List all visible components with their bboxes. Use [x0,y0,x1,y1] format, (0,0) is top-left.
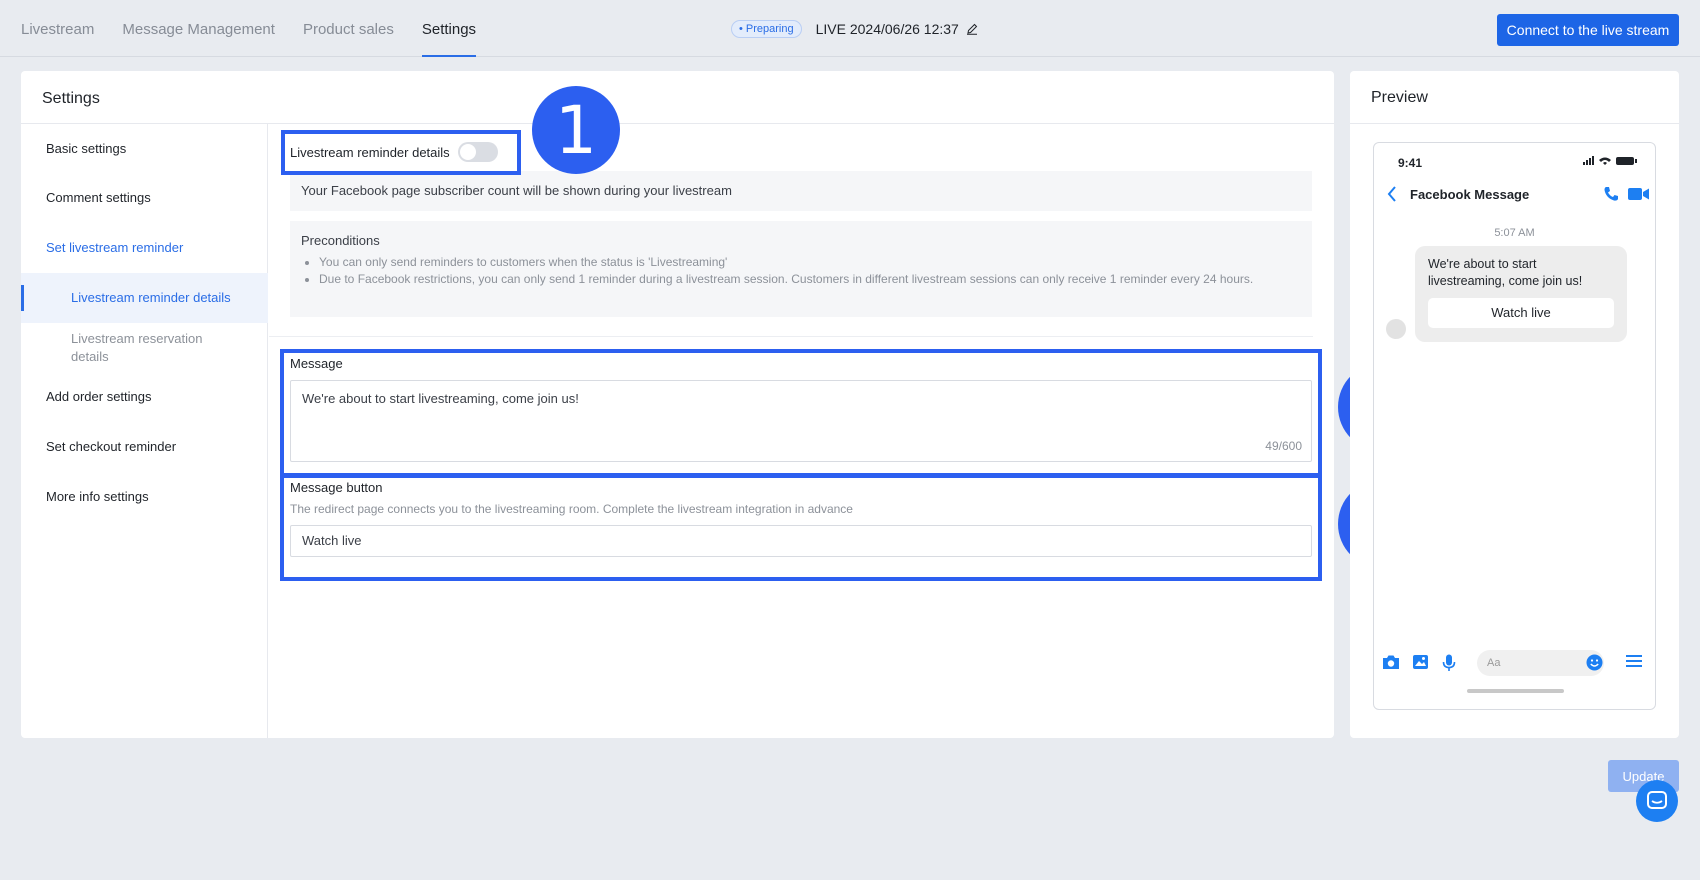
live-title: LIVE 2024/06/26 12:37 [816,21,978,37]
phone-time: 9:41 [1398,156,1423,170]
settings-sidebar: Basic settings Comment settings Set live… [21,124,268,738]
tab-settings[interactable]: Settings [421,0,477,57]
status-bar-icons [1583,156,1637,165]
edit-icon[interactable] [966,23,978,35]
menu-icon[interactable] [1626,654,1642,668]
watch-live-preview-button[interactable]: Watch live [1428,298,1614,328]
highlight-box-2 [280,349,1322,477]
message-bubble: We're about to start livestreaming, come… [1415,246,1627,342]
highlight-box-3 [280,474,1322,581]
sidebar-item-livestream-reservation-details[interactable]: Livestream reservation details [21,330,268,366]
sidebar-item-set-checkout-reminder[interactable]: Set checkout reminder [46,439,176,454]
phone-call-icon[interactable] [1602,185,1620,203]
preview-title: Preview [1350,71,1679,124]
composer-bar: Aa [1374,648,1655,678]
camera-icon[interactable] [1382,654,1400,670]
info-box: Your Facebook page subscriber count will… [290,171,1312,211]
highlight-box-1 [281,130,521,175]
phone-mockup: 9:41 Facebook Message 5:07 AM We're abou… [1373,142,1656,710]
bubble-text: We're about to start livestreaming, come… [1428,257,1583,288]
live-title-text: LIVE 2024/06/26 12:37 [815,21,959,37]
top-nav: Livestream Message Management Product sa… [0,0,1700,57]
sidebar-item-livestream-reminder-details[interactable]: Livestream reminder details [21,273,268,323]
sidebar-item-add-order-settings[interactable]: Add order settings [46,389,152,404]
connect-live-stream-button[interactable]: Connect to the live stream [1497,14,1679,46]
message-timestamp: 5:07 AM [1494,227,1535,239]
composer-placeholder: Aa [1487,657,1501,669]
sidebar-item-more-info-settings[interactable]: More info settings [46,489,149,504]
sidebar-item-comment-settings[interactable]: Comment settings [46,190,151,205]
live-status: • Preparing LIVE 2024/06/26 12:37 [731,20,978,38]
preconditions-list: You can only send reminders to customers… [301,254,1301,288]
settings-title: Settings [21,71,1334,124]
main-tabs: Livestream Message Management Product sa… [21,0,477,57]
tab-livestream[interactable]: Livestream [21,0,94,57]
chat-title: Facebook Message [1410,187,1530,202]
chat-header: Facebook Message [1374,179,1655,211]
microphone-icon[interactable] [1442,654,1456,672]
emoji-icon[interactable] [1586,654,1603,671]
sidebar-item-basic-settings[interactable]: Basic settings [46,141,126,156]
home-indicator [1467,689,1564,693]
preview-panel: Preview 9:41 Facebook Message 5:07 AM We… [1350,71,1679,738]
sidebar-item-set-livestream-reminder[interactable]: Set livestream reminder [46,240,183,255]
composer-input[interactable]: Aa [1477,650,1604,676]
back-icon[interactable] [1386,185,1398,203]
chat-icon [1647,791,1667,809]
list-item: Due to Facebook restrictions, you can on… [319,271,1301,288]
tab-product-sales[interactable]: Product sales [303,0,394,57]
preconditions-box: Preconditions You can only send reminder… [290,221,1312,317]
avatar [1386,319,1406,339]
status-badge: • Preparing [731,20,802,38]
divider [269,336,1313,337]
image-icon[interactable] [1412,654,1429,670]
preconditions-title: Preconditions [301,233,380,248]
support-chat-button[interactable] [1636,780,1678,822]
tab-message-management[interactable]: Message Management [122,0,275,57]
video-call-icon[interactable] [1628,187,1650,201]
annotation-number-1: 1 [532,86,620,174]
list-item: You can only send reminders to customers… [319,254,1301,271]
